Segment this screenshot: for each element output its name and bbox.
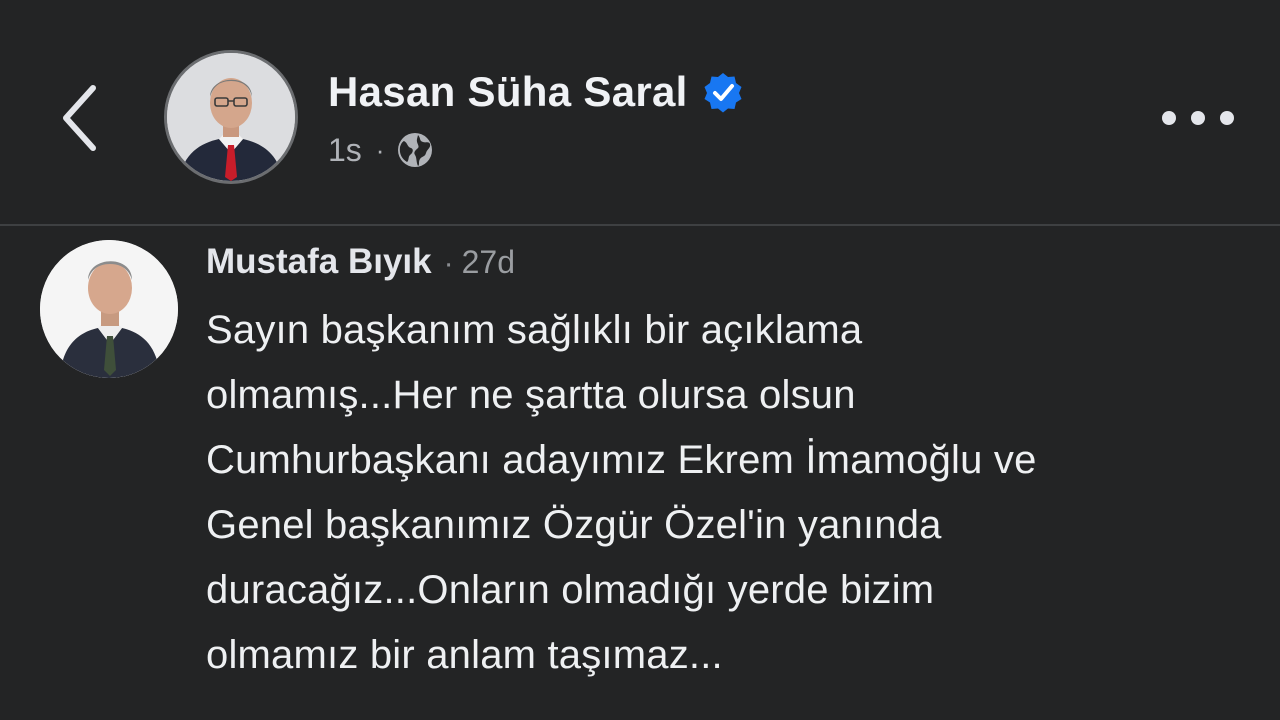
comment-line: Cumhurbaşkanı adayımız Ekrem İmamoğlu ve — [206, 438, 1037, 482]
comment-author[interactable]: Mustafa Bıyık — [206, 242, 432, 282]
chevron-left-icon — [63, 85, 96, 151]
commenter-avatar[interactable] — [40, 240, 178, 378]
comment-line: Genel başkanımız Özgür Özel'in yanında — [206, 503, 942, 547]
verified-badge-icon — [704, 73, 742, 113]
comment-line: Sayın başkanım sağlıklı bir açıklama — [206, 308, 863, 352]
comment-line: olmamız bir anlam taşımaz... — [206, 633, 723, 677]
author-avatar[interactable] — [164, 50, 298, 184]
post-meta: 1s · — [328, 128, 434, 172]
meta-separator: · — [375, 134, 385, 165]
more-dot — [1162, 111, 1176, 125]
header-divider — [0, 224, 1280, 226]
post-screen: Hasan Süha Saral 1s · Mustafa Bıyık · 27… — [0, 0, 1280, 720]
author-name-row: Hasan Süha Saral — [328, 66, 744, 118]
comment-line: olmamış...Her ne şartta olursa olsun — [206, 373, 856, 417]
commenter-photo — [40, 240, 178, 378]
back-button[interactable] — [52, 80, 108, 156]
more-dot — [1191, 111, 1205, 125]
more-options-button[interactable] — [1162, 100, 1234, 136]
post-time[interactable]: 1s — [328, 132, 362, 169]
comment-line: duracağız...Onların olmadığı yerde bizim — [206, 568, 935, 612]
comment-separator: · — [443, 247, 454, 280]
more-dot — [1220, 111, 1234, 125]
author-name[interactable]: Hasan Süha Saral — [328, 68, 688, 116]
comment-text: Sayın başkanım sağlıklı bir açıklama olm… — [206, 298, 1246, 688]
comment-time[interactable]: 27d — [462, 244, 515, 281]
globe-icon — [398, 133, 433, 167]
author-photo — [167, 53, 295, 181]
comment-header: Mustafa Bıyık · 27d — [206, 242, 515, 292]
post-header: Hasan Süha Saral 1s · — [0, 0, 1280, 224]
